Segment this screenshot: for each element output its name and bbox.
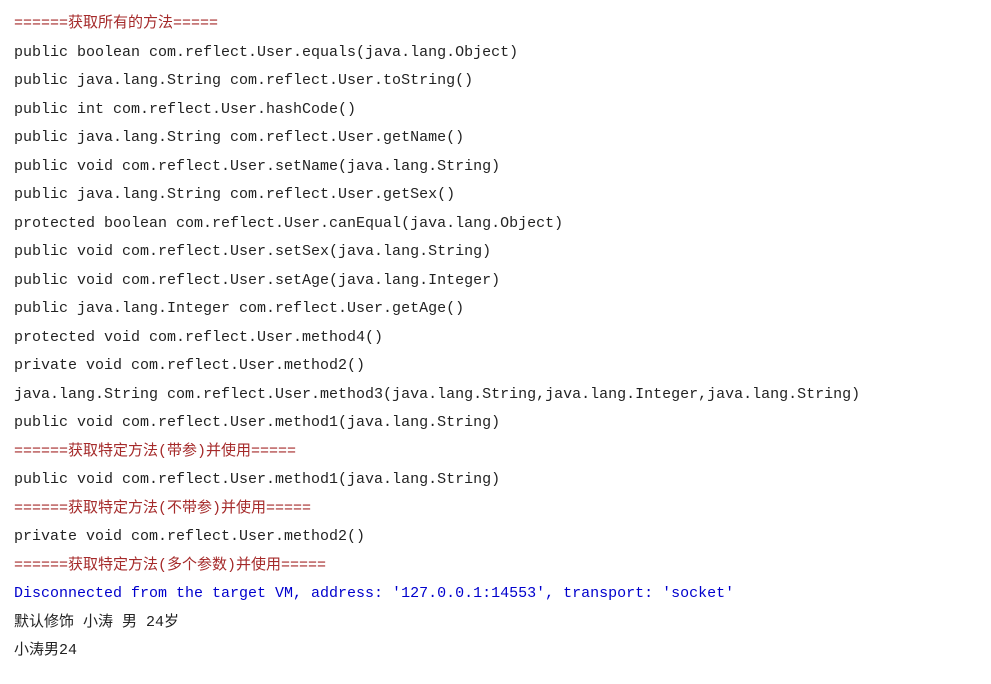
section-header: ======获取特定方法(多个参数)并使用===== [14, 552, 977, 581]
output-line: public java.lang.String com.reflect.User… [14, 181, 977, 210]
output-line: public int com.reflect.User.hashCode() [14, 96, 977, 125]
output-line: private void com.reflect.User.method2() [14, 523, 977, 552]
vm-disconnect-message: Disconnected from the target VM, address… [14, 580, 977, 609]
output-line: private void com.reflect.User.method2() [14, 352, 977, 381]
output-line: public void com.reflect.User.setSex(java… [14, 238, 977, 267]
output-line: public java.lang.Integer com.reflect.Use… [14, 295, 977, 324]
section-header: ======获取所有的方法===== [14, 10, 977, 39]
output-line: protected boolean com.reflect.User.canEq… [14, 210, 977, 239]
output-line: 小涛男24 [14, 637, 977, 666]
section-header: ======获取特定方法(不带参)并使用===== [14, 495, 977, 524]
output-line: public void com.reflect.User.setAge(java… [14, 267, 977, 296]
section-header: ======获取特定方法(带参)并使用===== [14, 438, 977, 467]
output-line: protected void com.reflect.User.method4(… [14, 324, 977, 353]
output-line: public boolean com.reflect.User.equals(j… [14, 39, 977, 68]
output-line: public void com.reflect.User.setName(jav… [14, 153, 977, 182]
output-line: public void com.reflect.User.method1(jav… [14, 466, 977, 495]
output-line: java.lang.String com.reflect.User.method… [14, 381, 977, 410]
output-line: public void com.reflect.User.method1(jav… [14, 409, 977, 438]
output-line: 默认修饰 小涛 男 24岁 [14, 609, 977, 638]
output-line: public java.lang.String com.reflect.User… [14, 124, 977, 153]
output-line: public java.lang.String com.reflect.User… [14, 67, 977, 96]
console-output: ======获取所有的方法===== public boolean com.re… [14, 10, 977, 666]
